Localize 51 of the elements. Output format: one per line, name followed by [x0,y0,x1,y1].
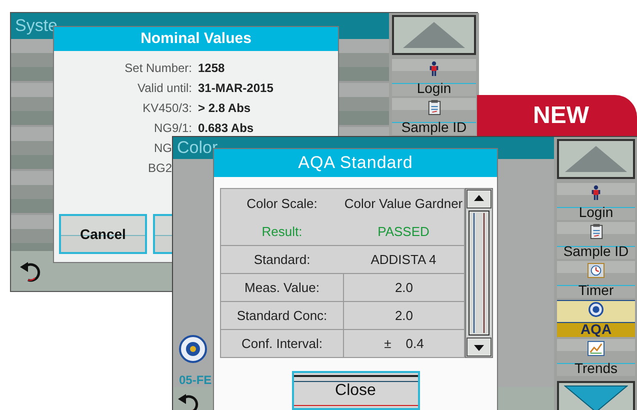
date-text: 05-FE [179,373,212,387]
table-cell-text: Conf. Interval: [240,335,324,353]
person-icon [590,185,602,200]
back-arrow-icon[interactable] [19,260,43,282]
table-cell: 2.0 [343,302,464,329]
sidebar-item[interactable]: Sample ID [392,98,476,135]
seal-logo-icon [179,335,207,363]
table-cell-text: Standard: [252,251,312,269]
sidebar-item[interactable]: Login [392,59,476,96]
table-cell-text: Meas. Value: [244,279,320,297]
scrollbar[interactable] [465,188,493,358]
table-cell-text: Color Scale: [246,194,318,212]
field-label: Valid until: [136,80,192,96]
field-value: 0.683 Abs [198,120,255,136]
seal-icon [587,302,605,317]
table-cell-text: Standard Conc: [236,307,328,325]
clipboard-icon [428,100,440,115]
dialog-title: AQA Standard [214,149,497,177]
table-cell: ± 0.4 [343,330,464,357]
cancel-button[interactable]: Cancel [59,214,147,254]
field-label: Set Number: [124,60,192,76]
field-value: 1258 [198,60,226,76]
table-cell-text: PASSED [376,222,430,240]
field-value: 31-MAR-2015 [198,80,274,96]
sidebar-item[interactable]: Login [557,183,635,220]
chart-icon [587,341,605,356]
back-arrow-icon[interactable] [177,392,201,410]
scroll-down-button[interactable] [557,381,635,410]
sidebar-item[interactable]: Timer [557,261,635,298]
sidebar-item[interactable]: AQA [557,300,635,337]
dialog-title: Nominal Values [54,27,338,51]
sidebar-item[interactable]: Sample ID [557,222,635,259]
person-icon [428,61,440,76]
scroll-up-button[interactable] [557,139,635,179]
field-label: BG2 [146,160,173,176]
table-cell-text: Color Value Gardner [343,194,464,212]
close-button[interactable]: Close [292,371,420,410]
up-triangle-icon [402,21,466,49]
clipboard-icon [590,224,602,239]
down-triangle-icon [564,385,628,410]
scroll-up-button[interactable] [392,15,476,55]
timer-icon [587,263,605,278]
table-cell-text: ADDISTA 4 [370,251,438,269]
table-cell-text: Result: [260,222,304,240]
field-value: > 2.8 Abs [198,100,252,116]
up-triangle-icon [564,145,628,173]
field-label: KV450/3: [142,100,192,116]
field-label: NG9/1: [152,120,192,136]
new-badge: NEW [477,95,637,136]
table-cell: 2.0 [343,274,464,301]
sidebar-item[interactable]: Trends [557,339,635,376]
